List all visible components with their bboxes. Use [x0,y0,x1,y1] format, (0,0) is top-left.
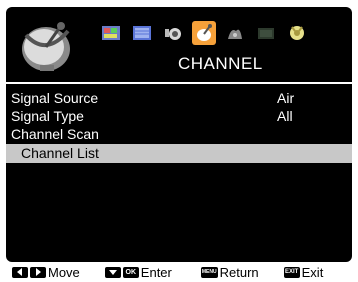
left-key-icon [12,266,28,278]
ok-key-icon: OK [122,266,139,278]
tab-time[interactable] [254,21,278,45]
return-label: Return [219,264,259,280]
enter-hint: OK Enter [104,264,172,280]
tab-picture[interactable] [99,21,123,45]
menu-item-signal-source[interactable]: Signal Source Air [6,89,352,109]
enter-label: Enter [140,264,172,280]
right-key-icon [30,266,46,278]
screen-icon [133,26,151,40]
down-key-icon [104,266,121,278]
menu-item-channel-list[interactable]: Channel List [6,144,352,163]
exit-label: Exit [301,264,324,280]
tab-setup[interactable] [285,21,309,45]
exit-key-icon: EXIT [283,266,300,278]
menu-item-value: All [277,108,293,124]
tab-sound[interactable] [161,21,185,45]
osd-menu: CHANNEL Signal Source Air Signal Type Al… [6,7,352,262]
tab-lock[interactable] [223,21,247,45]
lock-icon [228,29,242,39]
setup-icon [290,26,304,40]
menu-item-label: Channel Scan [11,126,99,142]
menu-tabs [99,21,316,45]
menu-item-value: Air [277,90,295,106]
channel-antenna-icon [197,24,212,41]
return-hint: MENU Return [200,264,259,280]
picture-icon [102,26,120,40]
sound-icon [165,28,181,40]
exit-hint: EXIT Exit [283,264,324,280]
menu-item-label: Signal Source [11,90,99,106]
menu-item-label: Channel List [21,145,99,161]
tab-channel[interactable] [192,21,216,45]
menu-item-label: Signal Type [11,108,84,124]
time-icon [258,28,274,39]
satellite-dish-icon [16,17,78,75]
menu-item-channel-scan[interactable]: Channel Scan [6,125,352,145]
page-title: CHANNEL [178,54,263,73]
divider [6,82,352,84]
menu-key-icon: MENU [200,266,218,278]
menu-item-signal-type[interactable]: Signal Type All [6,107,352,127]
move-hint: Move [12,265,80,280]
key-hints: Move OK Enter MENU Return EXIT Exit [0,262,358,282]
tab-screen[interactable] [130,21,154,45]
move-label: Move [48,264,80,280]
